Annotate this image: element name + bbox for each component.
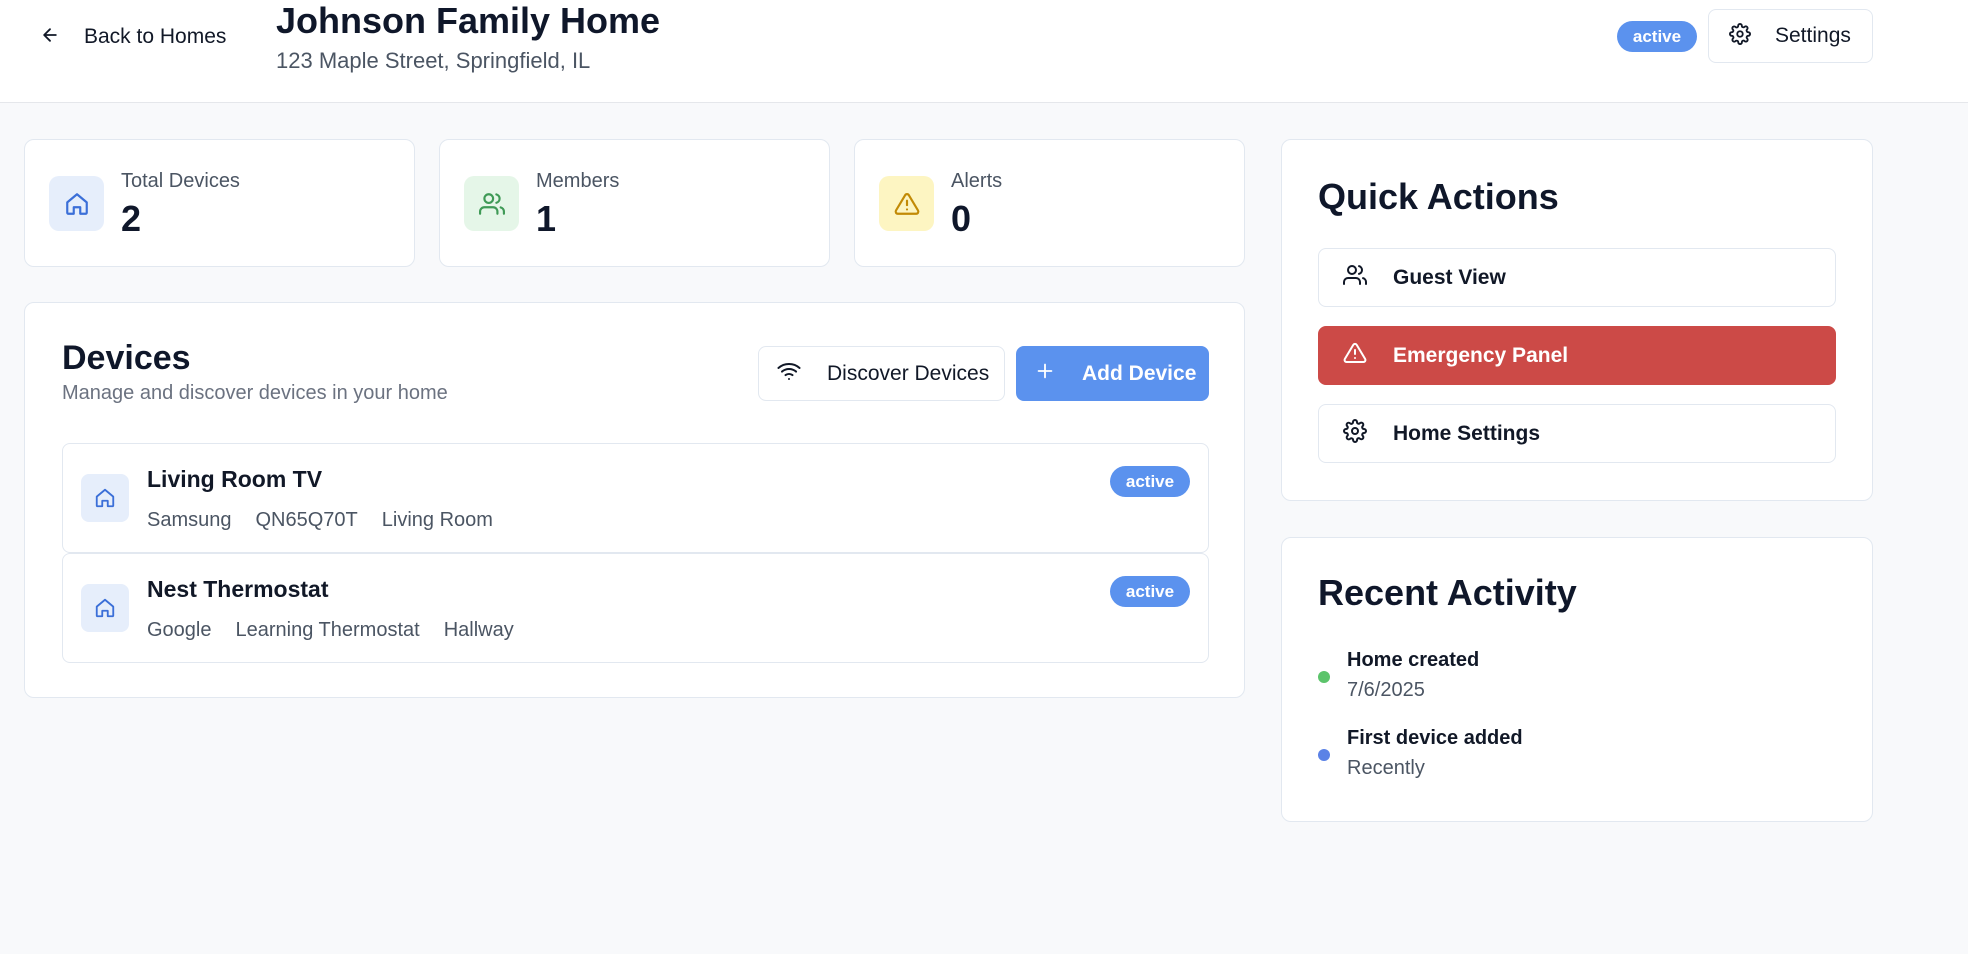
- device-row[interactable]: Nest Thermostat Google Learning Thermost…: [62, 553, 1209, 663]
- recent-activity-title: Recent Activity: [1318, 572, 1577, 613]
- device-name: Nest Thermostat: [147, 576, 329, 602]
- add-device-button[interactable]: Add Device: [1016, 346, 1209, 401]
- activity-time: 7/6/2025: [1347, 679, 1425, 701]
- settings-button[interactable]: Settings: [1708, 9, 1873, 63]
- settings-label: Settings: [1775, 24, 1851, 47]
- device-meta: Google Learning Thermostat Hallway: [147, 619, 514, 642]
- gear-icon: [1729, 22, 1751, 50]
- wifi-icon: [777, 359, 801, 388]
- stat-card-members: Members 1: [439, 139, 830, 267]
- stat-label: Total Devices: [121, 170, 240, 192]
- devices-title: Devices: [62, 339, 191, 377]
- device-brand: Samsung: [147, 509, 232, 531]
- quick-actions-card: Quick Actions Guest View Emergency Panel…: [1281, 139, 1873, 501]
- activity-title: Home created: [1347, 649, 1480, 671]
- guest-view-label: Guest View: [1393, 265, 1506, 289]
- device-brand: Google: [147, 619, 212, 641]
- home-settings-button[interactable]: Home Settings: [1318, 404, 1836, 463]
- activity-dot: [1318, 671, 1330, 683]
- warning-icon: [879, 176, 934, 231]
- arrow-left-icon: [40, 25, 60, 50]
- stat-card-alerts: Alerts 0: [854, 139, 1245, 267]
- discover-devices-button[interactable]: Discover Devices: [758, 346, 1005, 401]
- device-model: Learning Thermostat: [235, 619, 420, 641]
- stat-card-total-devices: Total Devices 2: [24, 139, 415, 267]
- back-to-homes-label: Back to Homes: [84, 25, 227, 48]
- back-to-homes-button[interactable]: Back to Homes: [40, 18, 226, 56]
- home-icon: [81, 584, 129, 632]
- discover-devices-label: Discover Devices: [827, 361, 990, 385]
- device-status-badge: active: [1110, 576, 1190, 607]
- activity-time: Recently: [1347, 757, 1425, 779]
- warning-icon: [1343, 341, 1367, 370]
- home-icon: [81, 474, 129, 522]
- guest-view-button[interactable]: Guest View: [1318, 248, 1836, 307]
- users-icon: [464, 176, 519, 231]
- device-row[interactable]: Living Room TV Samsung QN65Q70T Living R…: [62, 443, 1209, 553]
- page-title: Johnson Family Home: [276, 0, 661, 41]
- stat-value: 1: [536, 198, 557, 239]
- users-icon: [1343, 263, 1367, 292]
- emergency-panel-label: Emergency Panel: [1393, 343, 1569, 367]
- home-address: 123 Maple Street, Springfield, IL: [276, 48, 591, 73]
- quick-actions-title: Quick Actions: [1318, 176, 1559, 217]
- home-icon: [49, 176, 104, 231]
- device-model: QN65Q70T: [255, 509, 358, 531]
- emergency-panel-button[interactable]: Emergency Panel: [1318, 326, 1836, 385]
- devices-subtitle: Manage and discover devices in your home: [62, 382, 448, 404]
- stat-label: Alerts: [951, 170, 1003, 192]
- device-status-badge: active: [1110, 466, 1190, 497]
- activity-title: First device added: [1347, 727, 1523, 749]
- add-device-label: Add Device: [1082, 361, 1197, 385]
- activity-dot: [1318, 749, 1330, 761]
- devices-card: Devices Manage and discover devices in y…: [24, 302, 1245, 698]
- device-name: Living Room TV: [147, 466, 323, 492]
- page-header: Back to Homes Johnson Family Home 123 Ma…: [0, 0, 1968, 103]
- gear-icon: [1343, 419, 1367, 448]
- stat-value: 0: [951, 198, 972, 239]
- home-settings-label: Home Settings: [1393, 421, 1541, 445]
- recent-activity-card: Recent Activity Home created 7/6/2025 Fi…: [1281, 537, 1873, 822]
- device-meta: Samsung QN65Q70T Living Room: [147, 509, 493, 532]
- device-room: Hallway: [443, 619, 514, 641]
- plus-icon: [1034, 360, 1056, 387]
- device-room: Living Room: [381, 509, 493, 531]
- home-status-badge: active: [1617, 21, 1697, 52]
- stat-label: Members: [536, 170, 620, 192]
- stat-value: 2: [121, 198, 142, 239]
